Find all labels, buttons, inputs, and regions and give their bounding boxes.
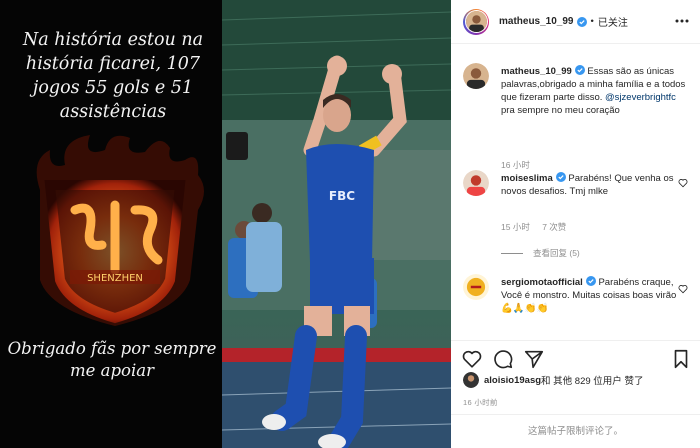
following-button[interactable]: 已关注 [598,14,628,29]
comment-time: 15 小时 [501,222,530,232]
instagram-post-modal: Na história estou na história ficarei, 1… [0,0,700,448]
club-crest-fire-logo: SHENZHEN [36,135,205,326]
caption-avatar[interactable] [463,63,489,89]
comment-username[interactable]: sergiomotaofficial [501,277,583,288]
like-comment-heart-icon[interactable] [678,284,688,294]
player-celebration-image: FBC [222,0,451,448]
comment-meta: 15 小时 7 次赞 [501,221,566,233]
share-send-icon[interactable] [523,348,545,370]
comments-area: matheus_10_99 Essas são as únicas palavr… [451,45,700,340]
caption-tail: pra sempre no meu coração [501,105,620,116]
verified-badge-icon [585,276,596,286]
verified-badge-icon [576,16,587,27]
post-header: matheus_10_99 • 已关注 [451,0,700,44]
story-image: Na história estou na história ficarei, 1… [0,0,222,448]
author-username[interactable]: matheus_10_99 [499,16,574,27]
separator-dot: • [590,16,594,27]
comment-item: sergiomotaofficial Parabéns craque, Você… [463,274,688,340]
comments-limited-notice: 这篇帖子限制评论了。 [451,414,700,448]
post-caption: matheus_10_99 Essas são as únicas palavr… [463,63,688,173]
crest-text: SHENZHEN [87,273,143,284]
likes-summary: aloisio19asg 和 其他 829 位用户 赞了 [463,372,643,388]
comment-bubble-icon[interactable] [492,348,514,370]
comment-username[interactable]: moiseslima [501,173,553,184]
comment-emoji: 💪🙏👏👏 [501,303,549,314]
verified-badge-icon [555,172,566,182]
verified-badge-icon [574,65,585,75]
save-bookmark-icon[interactable] [670,348,692,370]
liker-avatar[interactable] [463,372,479,388]
post-panel: matheus_10_99 • 已关注 matheus_10_99 Essas … [451,0,700,448]
caption-text: matheus_10_99 Essas são as únicas palavr… [501,65,687,117]
like-heart-icon[interactable] [461,348,483,370]
author-avatar[interactable] [463,8,489,35]
comment-item: moiseslima Parabéns! Que venha os novos … [463,170,688,250]
likes-count-text[interactable]: 和 其他 829 位用户 赞了 [541,373,643,387]
view-replies-button[interactable]: 查看回复 (5) [501,247,580,259]
like-comment-heart-icon[interactable] [678,178,688,188]
story-headline: Na história estou na história ficarei, 1… [22,30,204,122]
comment-text: moiseslima Parabéns! Que venha os novos … [501,172,687,198]
reply-line [501,252,523,254]
story-thanks: Obrigado fãs por sempre me apoiar [7,339,217,380]
post-timestamp[interactable]: 16 小时前 [463,397,498,408]
caption-username[interactable]: matheus_10_99 [501,66,572,77]
post-photo: FBC [222,0,451,448]
comment-text: sergiomotaofficial Parabéns craque, Você… [501,276,687,315]
comment-likes[interactable]: 7 次赞 [542,222,566,232]
comment-avatar[interactable] [463,170,489,196]
more-options-icon[interactable] [674,14,690,28]
view-replies-label[interactable]: 查看回复 (5) [533,247,580,259]
comment-avatar[interactable] [463,274,489,300]
jersey-text: FBC [329,189,355,203]
mention-link[interactable]: @sjzeverbrightfc [605,92,676,103]
liker-username[interactable]: aloisio19asg [484,375,541,386]
